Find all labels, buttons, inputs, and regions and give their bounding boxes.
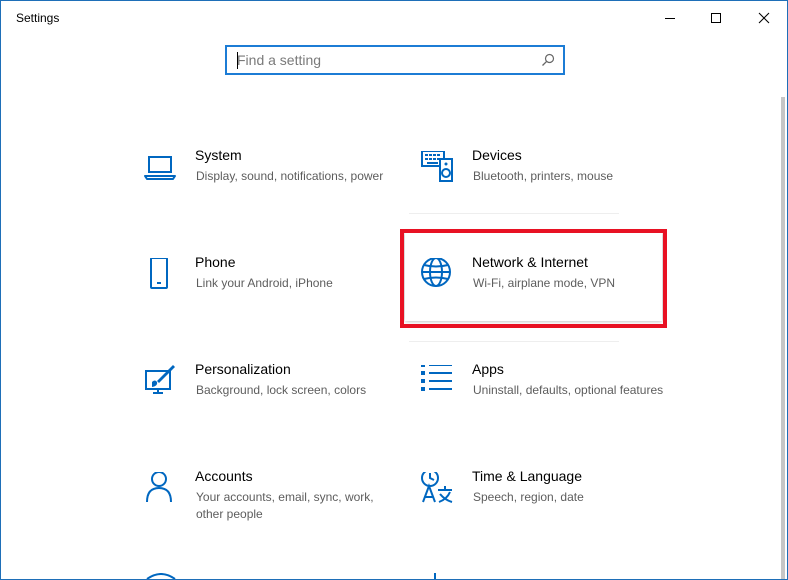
close-icon [758,12,770,24]
phone-icon [150,258,168,289]
person-icon [146,472,172,503]
tile-description: Speech, region, date [473,490,584,504]
apps-list-icon [421,365,452,391]
time-language-icon [421,472,453,503]
maximize-button[interactable] [693,1,739,35]
keyboard-speaker-icon [421,151,453,182]
lock-icon [434,573,436,579]
tile-system[interactable]: System Display, sound, notifications, po… [143,147,405,247]
tile-description: Your accounts, email, sync, work, other … [196,490,374,521]
minimize-button[interactable] [647,1,693,35]
globe-icon [421,258,451,287]
tile-description: Background, lock screen, colors [196,383,367,397]
window-title: Settings [16,11,60,25]
tile-accounts[interactable]: Accounts Your accounts, email, sync, wor… [143,468,405,568]
tile-title: Personalization [195,361,291,377]
tile-network-internet[interactable]: Network & Internet Wi-Fi, airplane mode,… [420,254,682,354]
search-box[interactable] [225,45,565,75]
tile-title: Apps [472,361,504,377]
tile-devices[interactable]: Devices Bluetooth, printers, mouse [420,147,682,247]
close-button[interactable] [741,1,787,35]
maximize-icon [711,13,721,23]
tile-title: Phone [195,254,236,270]
tile-description: Link your Android, iPhone [196,276,333,290]
tile-phone[interactable]: Phone Link your Android, iPhone [143,254,405,354]
settings-window: Settings Find a setting System Display, … [0,0,788,580]
search-input[interactable] [227,47,537,73]
tile-description: Display, sound, notifications, power [196,169,384,183]
tile-description: Wi-Fi, airplane mode, VPN [473,276,616,290]
tile-personalization[interactable]: Personalization Background, lock screen,… [143,361,405,461]
title-bar[interactable]: Settings [1,1,787,35]
search-icon[interactable] [541,53,555,67]
tile-apps[interactable]: Apps Uninstall, defaults, optional featu… [420,361,682,461]
scrollbar[interactable] [781,97,785,579]
globe-icon [146,573,176,579]
tile-title: Network & Internet [472,254,588,270]
laptop-icon [144,156,176,180]
tile-title: Devices [472,147,522,163]
tile-description: Uninstall, defaults, optional features [473,383,664,397]
tile-description: Bluetooth, printers, mouse [473,169,614,183]
tile-title: Accounts [195,468,253,484]
tile-time-language[interactable]: Time & Language Speech, region, date [420,468,682,568]
tile-title: System [195,147,242,163]
tile-title: Time & Language [472,468,582,484]
paint-brush-icon [145,365,175,394]
minimize-icon [665,18,675,19]
